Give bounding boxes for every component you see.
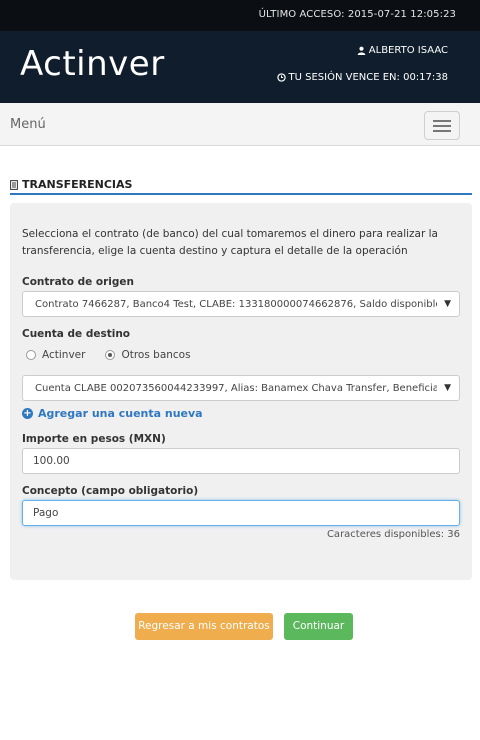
- concept-label: Concepto (campo obligatorio): [22, 485, 199, 497]
- user-name: ALBERTO ISAAC: [368, 45, 448, 56]
- caret-down-icon: ▼: [444, 299, 451, 309]
- actinver-logo[interactable]: Actinver: [20, 44, 165, 84]
- add-account-label: Agregar una cuenta nueva: [38, 407, 203, 420]
- hamburger-menu-button[interactable]: [424, 111, 460, 140]
- destination-type-radios: Actinver Otros bancos: [26, 349, 211, 361]
- add-account-link[interactable]: + Agregar una cuenta nueva: [22, 407, 203, 420]
- radio-otros-bancos[interactable]: Otros bancos: [105, 349, 191, 361]
- user-icon: [357, 46, 366, 55]
- top-bar: ÚLTIMO ACCESO: 2015-07-21 12:05:23: [0, 0, 480, 31]
- user-info[interactable]: ALBERTO ISAAC: [357, 45, 448, 56]
- amount-label: Importe en pesos (MXN): [22, 433, 166, 445]
- origin-contract-value: Contrato 7466287, Banco4 Test, CLABE: 13…: [35, 299, 437, 310]
- section-title: TRANSFERENCIAS: [10, 178, 132, 191]
- brand-bar: Actinver ALBERTO ISAAC TU SESIÓN VENCE E…: [0, 31, 480, 103]
- destination-account-label: Cuenta de destino: [22, 328, 131, 340]
- chars-available-text: Caracteres disponibles: 36: [326, 529, 460, 540]
- menu-label[interactable]: Menú: [10, 117, 46, 132]
- section-title-text: TRANSFERENCIAS: [22, 178, 133, 191]
- concept-input[interactable]: [22, 500, 460, 526]
- form-instructions: Selecciona el contrato (de banco) del cu…: [22, 228, 438, 257]
- amount-input[interactable]: [22, 448, 460, 474]
- caret-down-icon: ▼: [444, 383, 451, 393]
- destination-account-select[interactable]: Cuenta CLABE 002073560044233997, Alias: …: [22, 375, 460, 401]
- plus-circle-icon: +: [22, 408, 33, 419]
- destination-account-value: Cuenta CLABE 002073560044233997, Alias: …: [35, 383, 437, 394]
- radio-actinver-label: Actinver: [42, 349, 86, 361]
- origin-contract-select[interactable]: Contrato 7466287, Banco4 Test, CLABE: 13…: [22, 291, 460, 317]
- origin-contract-label: Contrato de origen: [22, 276, 134, 288]
- continue-button[interactable]: Continuar: [284, 613, 353, 640]
- session-expiry-text: TU SESIÓN VENCE EN: 00:17:38: [288, 72, 448, 83]
- back-to-contracts-button[interactable]: Regresar a mis contratos: [135, 613, 273, 640]
- session-info: TU SESIÓN VENCE EN: 00:17:38: [276, 72, 448, 83]
- radio-circle: [26, 350, 36, 360]
- hamburger-icon: [433, 120, 451, 122]
- radio-circle-selected: [105, 350, 116, 360]
- clock-icon: [276, 73, 286, 82]
- radio-actinver[interactable]: Actinver: [26, 349, 85, 361]
- section-divider: [10, 193, 472, 195]
- radio-otros-bancos-label: Otros bancos: [121, 349, 191, 361]
- document-icon: [10, 179, 18, 190]
- menu-bar: Menú: [0, 103, 480, 146]
- last-access-text: ÚLTIMO ACCESO: 2015-07-21 12:05:23: [258, 9, 456, 20]
